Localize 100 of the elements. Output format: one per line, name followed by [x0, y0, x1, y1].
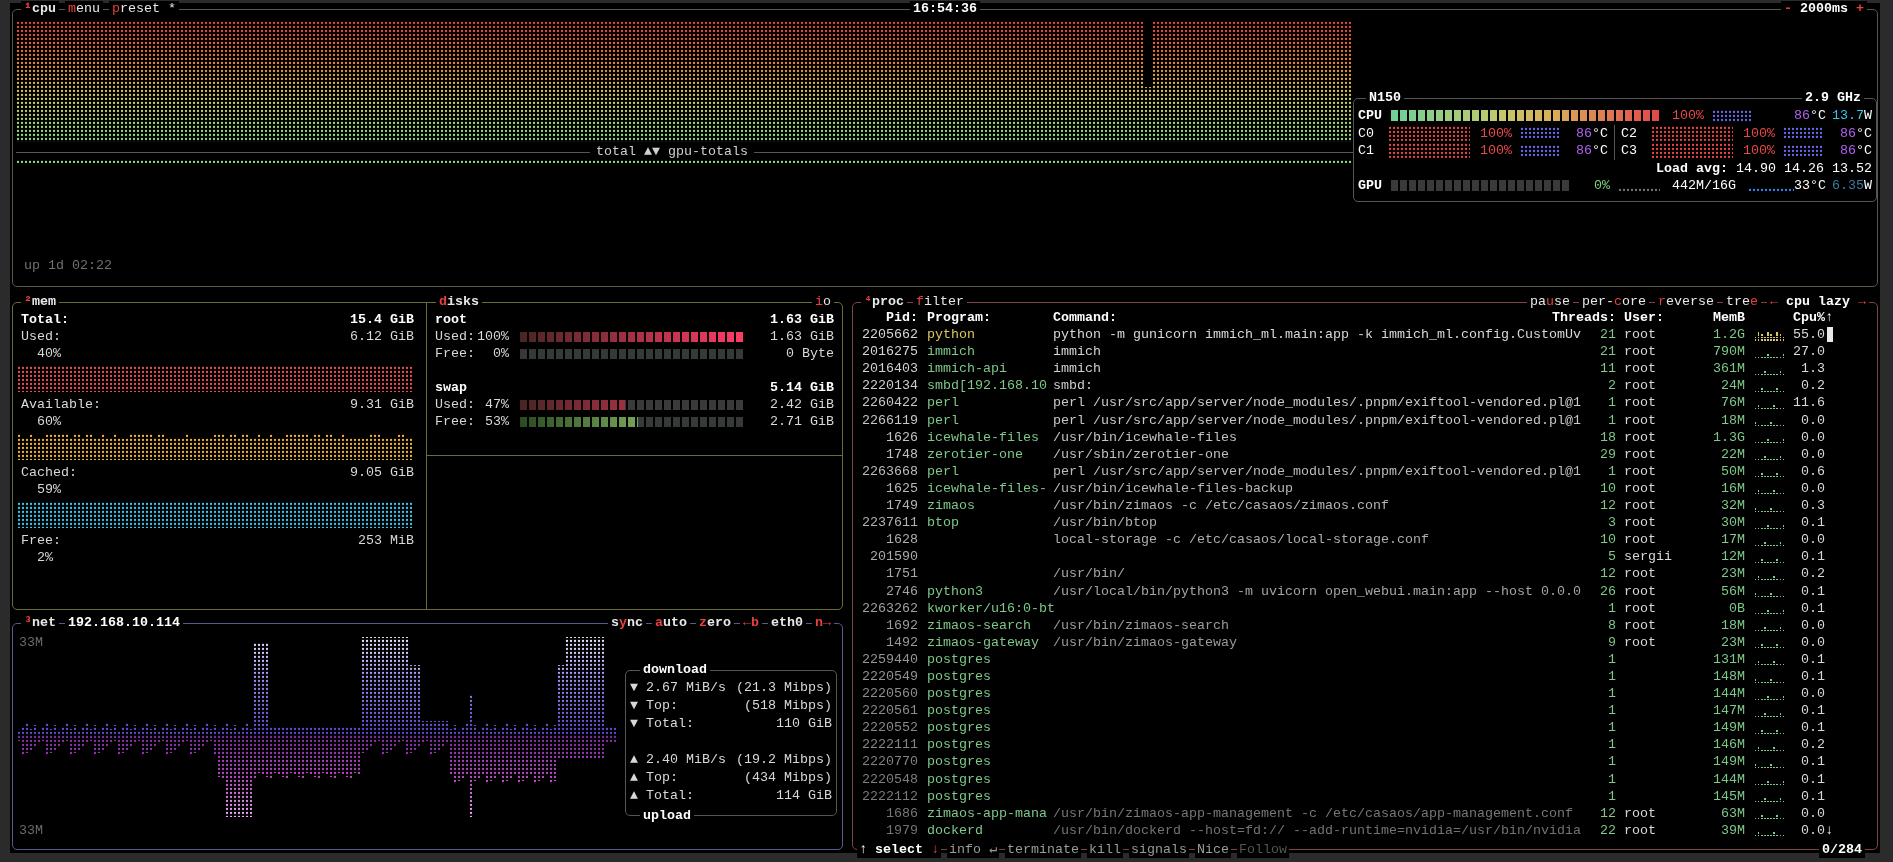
user-cell: root [1624, 361, 1656, 377]
memory-cell-text: 1.2G [1712, 326, 1745, 344]
gpu-temperature-graph [1748, 187, 1794, 192]
program-cell: immich-api [927, 361, 1007, 377]
command-cell: /usr/bin/icewhale-files-backup [1053, 480, 1293, 496]
core-label: C2 [1621, 124, 1638, 142]
cpu-percent: 100% [1671, 107, 1704, 125]
program-cell: python3 [927, 583, 983, 599]
cpu-temperature: 86°C [1794, 107, 1826, 125]
memory-cell-text: 23M [1720, 633, 1745, 651]
command-cell: perl /usr/src/app/server/node_modules/.pnpm/exiftool-vendored.pl@1 [1053, 395, 1581, 411]
cpu-label: CPU [1358, 107, 1383, 125]
process-action[interactable]: ↑ select ↓ [857, 842, 941, 858]
user-cell: root [1624, 532, 1656, 548]
threads-cell-text: 3 [1607, 514, 1616, 532]
process-action[interactable]: terminate [1005, 842, 1081, 858]
pid-cell: 2016275 [862, 343, 918, 361]
sort-previous-button[interactable]: ← [1770, 294, 1778, 310]
sort-next-button[interactable]: → [1858, 294, 1866, 310]
column-header[interactable]: Pid: [862, 309, 918, 327]
traffic-direction-icon: ▲ [630, 787, 646, 805]
program-cell: postgres [927, 703, 991, 719]
upload-stat-label: Top: [646, 769, 678, 787]
cpu-cell-text: 0.0 [1800, 445, 1825, 463]
column-header[interactable]: Threads: [1552, 309, 1616, 327]
memory-cell-text: 144M [1712, 770, 1745, 788]
column-header[interactable]: Command: [1046, 309, 1552, 327]
command-cell: perl /usr/src/app/server/node_modules/.pnpm/exiftool-vendored.pl@1 [1053, 463, 1581, 479]
gpu-power: 6.35W [1832, 177, 1872, 195]
download-stat-value: 110 GiB [776, 715, 832, 733]
pid-cell-text: 1692 [885, 616, 918, 634]
user-cell: root [1624, 498, 1656, 514]
column-header[interactable]: Program: [918, 309, 1046, 327]
core-percent: 100% [1742, 142, 1775, 160]
core-percent: 100% [1479, 124, 1512, 142]
preset-button[interactable]: preset * [109, 1, 179, 17]
gpu-temperature: 33°C [1794, 177, 1826, 195]
program-cell: postgres [927, 771, 991, 787]
process-action[interactable]: kill [1087, 842, 1123, 858]
pid-cell: 2220561 [862, 702, 918, 720]
cpu-cell-text: 0.0 [1800, 531, 1825, 549]
cpu-cell-text: 0.0 [1800, 804, 1825, 822]
process-panel-title[interactable]: ⁴proc [861, 294, 907, 310]
core-label: C1 [1358, 142, 1375, 160]
decrease-button[interactable]: - [1784, 1, 1792, 17]
user-cell: root [1624, 412, 1656, 428]
sort-column[interactable]: cpu lazy [1786, 294, 1850, 310]
command-cell: python -m gunicorn immich_ml.main:app -k immich_ml.config.CustomUv [1053, 327, 1581, 343]
command-cell: /usr/bin/btop [1053, 515, 1157, 531]
graph-scale-bottom: 33M [19, 823, 43, 839]
threads-cell-text: 18 [1599, 428, 1616, 446]
cpu-cell-text: 0.1 [1800, 770, 1825, 788]
command-cell: /usr/sbin/zerotier-one [1053, 446, 1229, 462]
process-action[interactable]: Nice [1195, 842, 1231, 858]
memory-cell-text: 146M [1712, 736, 1745, 754]
threads-cell-text: 12 [1599, 804, 1616, 822]
memory-percent: 59% [37, 482, 61, 497]
command-cell: local-storage -c /etc/casaos/local-storage.conf [1053, 532, 1429, 548]
column-header[interactable]: MemB [1680, 309, 1745, 327]
cpu-panel-title[interactable]: ¹cpu [21, 1, 59, 17]
column-header[interactable]: Cpu% [1785, 309, 1825, 327]
scrollbar-thumb[interactable] [1827, 327, 1833, 343]
temperature-graph [1783, 127, 1823, 140]
cpu-cell-text: 0.0 [1800, 633, 1825, 651]
download-stat-value: (518 Mibps) [744, 697, 832, 715]
user-cell: root [1624, 378, 1656, 394]
process-action[interactable]: info ↵ [947, 842, 1000, 858]
download-stat-label: 2.67 MiB/s [646, 679, 726, 697]
program-cell: postgres [927, 686, 991, 702]
command-cell: perl /usr/src/app/server/node_modules/.pnpm/exiftool-vendored.pl@1 [1053, 412, 1581, 428]
memory-cell-text: 18M [1720, 411, 1745, 429]
memory-cell-text: 1.3G [1712, 428, 1745, 446]
cpu-sparkline [1754, 329, 1785, 342]
command-cell: /usr/local/bin/python3 -m uvicorn open_webui.main:app --host 0.0.0 [1053, 583, 1581, 599]
memory-value: 9.31 GiB [350, 396, 414, 413]
column-header[interactable]: User: [1616, 309, 1680, 327]
core-temperature: 86°C [1840, 142, 1872, 160]
memory-cell-text: 76M [1720, 394, 1745, 412]
cpu-cell-text: 0.1 [1800, 719, 1825, 737]
cpu-cell-text: 0.0 [1800, 479, 1825, 498]
increase-button[interactable]: + [1856, 1, 1864, 17]
pid-cell: 2266119 [862, 411, 918, 429]
graph-label: total ▲▼ gpu-totals [595, 144, 749, 160]
threads-cell-text: 1 [1607, 599, 1616, 617]
pid-cell: 2263262 [862, 599, 918, 617]
disk-total: 5.14 GiB [770, 379, 834, 396]
memory-cell-text: 39M [1720, 821, 1745, 839]
temperature-graph [1520, 127, 1560, 140]
cpu-power: 13.7W [1832, 107, 1872, 125]
memory-cell-text: 144M [1712, 685, 1745, 703]
pid-cell: 2259440 [862, 650, 918, 668]
threads-cell-text: 29 [1599, 445, 1616, 463]
memory-cell-text: 56M [1720, 582, 1745, 600]
uptime: up 1d 02:22 [23, 258, 113, 275]
cpu-cell-text: 27.0 [1792, 343, 1825, 361]
pid-cell-text: 1626 [885, 428, 918, 446]
cpu-cell-text: 0.0 [1800, 685, 1825, 703]
process-action[interactable]: signals [1129, 842, 1189, 858]
program-cell: python [927, 327, 975, 343]
threads-cell-text: 9 [1607, 633, 1616, 651]
